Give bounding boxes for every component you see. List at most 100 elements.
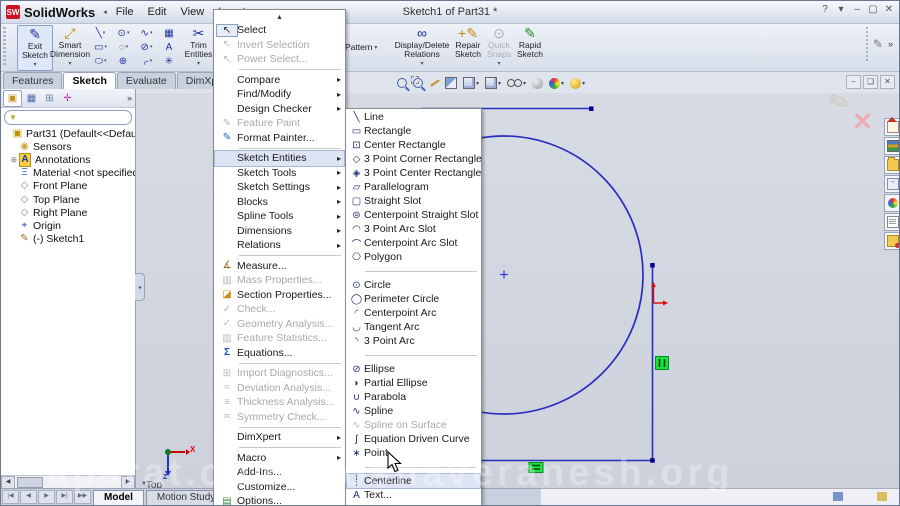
file-explorer-tab[interactable] (884, 156, 899, 174)
playback-button[interactable]: ▶| (56, 490, 73, 504)
playback-button[interactable]: ▶ (38, 490, 55, 504)
sketch-tool-button[interactable]: ▦ (158, 26, 181, 40)
menu-item[interactable]: ∡ Measure... (215, 259, 344, 274)
sketch-tool-caret-icon[interactable]: ▾ (150, 44, 153, 50)
tree-item[interactable]: ⌖ Origin (1, 219, 135, 232)
toolbar-grip[interactable] (3, 27, 6, 67)
submenu-item[interactable]: ▢ Straight Slot (347, 194, 480, 208)
menu-item[interactable]: DimXpert ▸ (215, 430, 344, 445)
submenu-item[interactable]: ◠ 3 Point Arc Slot (347, 222, 480, 236)
submenu-item[interactable]: ∿ Spline on Surface (347, 418, 480, 432)
tree-filter-input[interactable]: ▼ (4, 110, 132, 125)
panel-splitter-handle[interactable]: ◂ (135, 273, 145, 301)
customize-pencil-icon[interactable]: ✎ (873, 37, 883, 51)
sketch-tool-caret-icon[interactable]: ▾ (127, 30, 130, 36)
resources-tab[interactable] (884, 117, 899, 136)
menu-item[interactable]: Sketch Entities ▸ (214, 150, 345, 167)
rapid-sketch-button[interactable]: ✎ Rapid Sketch (515, 25, 545, 69)
tree-item[interactable]: ◇ Right Plane (1, 206, 135, 219)
menu-item[interactable]: Add-Ins... (215, 465, 344, 480)
submenu-item[interactable] (347, 460, 480, 474)
custom-properties-tab[interactable] (884, 213, 899, 231)
playback-button[interactable]: |◀ (2, 490, 19, 504)
menu-item[interactable]: ✎ Feature Paint (215, 116, 344, 131)
exit-sketch-caret-icon[interactable]: ▾ (33, 62, 36, 68)
submenu-item[interactable]: ∗ Point (347, 446, 480, 460)
help-button[interactable]: ? (819, 4, 831, 15)
sketch-tool-button[interactable]: ╲ ▾ (89, 26, 112, 40)
sketch-tool-caret-icon[interactable]: ▾ (150, 30, 153, 36)
commandmanager-tab[interactable]: Sketch (63, 72, 116, 89)
menu-item[interactable]: Customize... (215, 480, 344, 495)
menu-item[interactable]: Sketch Settings ▸ (215, 180, 344, 195)
menu-item[interactable]: Design Checker ▸ (215, 102, 344, 117)
sketch-tool-button[interactable]: ⬭ ▾ (89, 54, 112, 68)
submenu-item[interactable]: ◇ 3 Point Corner Rectangle (347, 152, 482, 166)
trim-caret-icon[interactable]: ▾ (197, 61, 200, 67)
pattern-button[interactable]: Pattern ▾ (345, 25, 391, 69)
minimize-button[interactable]: – (851, 4, 863, 15)
sketch-tool-caret-icon[interactable]: ▾ (104, 58, 107, 64)
submenu-item[interactable]: ∫ Equation Driven Curve (347, 432, 480, 446)
commandmanager-tab[interactable]: Evaluate (116, 72, 176, 89)
previous-view-button[interactable] (429, 78, 439, 88)
sketch-tool-button[interactable]: ⊕ (112, 54, 135, 68)
submenu-item[interactable]: ◈ 3 Point Center Rectangle (347, 166, 482, 180)
menu-item[interactable]: ▥ Feature Statistics... (215, 331, 344, 346)
study-tab[interactable]: Model (93, 489, 144, 505)
menu-item[interactable]: ≍ Symmetry Check... (215, 410, 344, 425)
submenu-item[interactable]: ◯ Perimeter Circle (347, 292, 480, 306)
doc-restore-button[interactable]: ❏ (863, 75, 878, 89)
submenu-item[interactable] (347, 264, 480, 278)
playback-button[interactable]: ◀ (20, 490, 37, 504)
menubar-item[interactable]: File (109, 4, 141, 20)
submenu-item[interactable]: ∪ Parabola (347, 390, 480, 404)
submenu-item[interactable]: ▱ Parallelogram (347, 180, 480, 194)
tree-item[interactable]: ◇ Top Plane (1, 193, 135, 206)
menu-item[interactable]: ↖ Select (215, 23, 344, 38)
doc-minimize-button[interactable]: – (846, 75, 861, 89)
tree-item[interactable]: ◉ Sensors (1, 140, 135, 153)
tree-item[interactable]: ◇ Front Plane (1, 180, 135, 193)
tree-item[interactable]: Ξ Material <not specified> (1, 167, 135, 180)
view-orientation-button[interactable]: ▾ (463, 77, 479, 89)
commandmanager-tab[interactable]: Features (3, 72, 63, 89)
submenu-item[interactable]: ┊ Centerline (346, 473, 481, 489)
submenu-item[interactable]: ⌒ Centerpoint Arc Slot (347, 236, 480, 251)
edit-appearance-button[interactable]: ▾ (549, 77, 564, 89)
submenu-item[interactable]: ⎔ Polygon (347, 250, 480, 264)
exit-sketch-button[interactable]: ✎ Exit Sketch ▾ (17, 25, 53, 71)
sketch-tool-caret-icon[interactable]: ▾ (103, 30, 106, 36)
menubar-item[interactable]: View (174, 4, 212, 20)
menu-scroll-up-icon[interactable]: ▲ (215, 11, 344, 23)
panel-tab[interactable]: ✛ (59, 91, 76, 106)
submenu-item[interactable]: ⊙ Circle (347, 278, 480, 292)
sketch-tool-button[interactable]: ∿ ▾ (135, 26, 158, 40)
sketch-tool-button[interactable]: ⊙ ▾ (112, 26, 135, 40)
zoom-to-fit-button[interactable] (397, 78, 407, 88)
sketch-tool-button[interactable]: ⌌ ▾ (135, 54, 158, 68)
menu-item[interactable]: Compare ▸ (215, 73, 344, 88)
design-library-tab[interactable] (884, 137, 899, 155)
ddr-caret-icon[interactable]: ▾ (420, 61, 423, 67)
sketch-tool-caret-icon[interactable]: ▾ (126, 44, 129, 50)
maximize-button[interactable]: ▢ (867, 4, 879, 15)
menu-item[interactable]: Relations ▸ (215, 238, 344, 253)
help-caret-icon[interactable]: ▾ (835, 4, 847, 15)
playback-button[interactable]: ▶▶ (74, 490, 91, 504)
sketch-tool-button[interactable]: A (158, 40, 181, 54)
sketch-tool-button[interactable]: ◌ ▾ (112, 40, 135, 54)
smart-dimension-button[interactable]: ⤢ Smart Dimension ▾ (50, 25, 90, 69)
submenu-item[interactable]: ⊘ Ellipse (347, 362, 480, 376)
menu-item[interactable]: Sketch Tools ▸ (215, 166, 344, 181)
scrollbar-thumb[interactable] (17, 477, 43, 488)
sketch-tool-button[interactable]: ▭ ▾ (89, 40, 112, 54)
submenu-item[interactable]: ⊜ Centerpoint Straight Slot (347, 208, 480, 222)
menu-item[interactable]: Σ Equations... (215, 346, 344, 361)
apply-scene-button[interactable]: ▾ (570, 77, 585, 89)
menu-item[interactable]: ↖ Invert Selection (215, 38, 344, 53)
submenu-item[interactable]: ◗ Partial Ellipse (347, 376, 480, 390)
tree-item[interactable]: ⊞ A Annotations (1, 153, 135, 167)
view-palette-tab[interactable] (884, 232, 899, 250)
pattern-caret-icon[interactable]: ▾ (374, 44, 377, 51)
